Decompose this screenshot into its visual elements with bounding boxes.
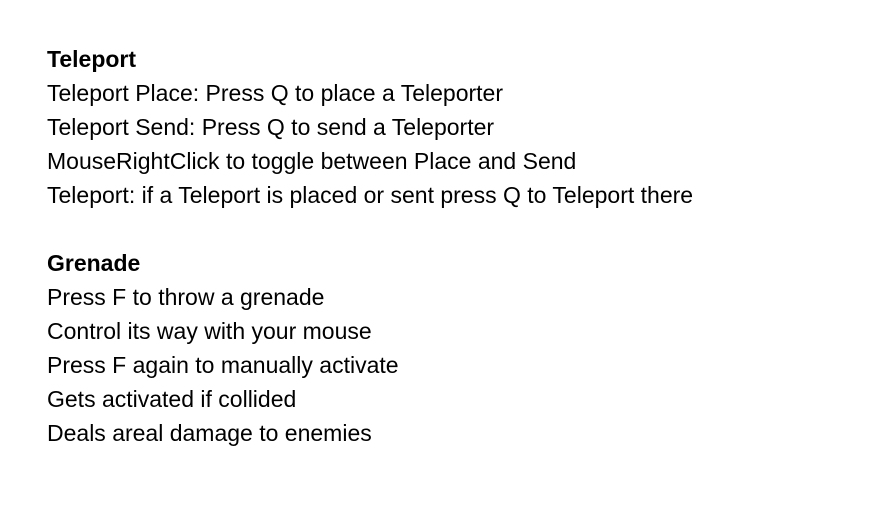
text-line: MouseRightClick to toggle between Place … (47, 148, 577, 174)
text-line: Teleport Send: Press Q to send a Telepor… (47, 114, 495, 140)
text-line: Control its way with your mouse (47, 318, 372, 344)
document-body: Teleport Teleport Place: Press Q to plac… (47, 42, 876, 450)
text-line: Press F to throw a grenade (47, 284, 325, 310)
section-heading-teleport: Teleport (47, 46, 137, 72)
text-line: Teleport: if a Teleport is placed or sen… (47, 182, 694, 208)
text-line: Teleport Place: Press Q to place a Telep… (47, 80, 503, 106)
section-heading-grenade: Grenade (47, 250, 141, 276)
section-grenade: Grenade Press F to throw a grenade Contr… (47, 246, 876, 450)
section-teleport: Teleport Teleport Place: Press Q to plac… (47, 42, 876, 212)
text-line: Deals areal damage to enemies (47, 420, 372, 446)
text-line: Press F again to manually activate (47, 352, 399, 378)
text-line: Gets activated if collided (47, 386, 297, 412)
